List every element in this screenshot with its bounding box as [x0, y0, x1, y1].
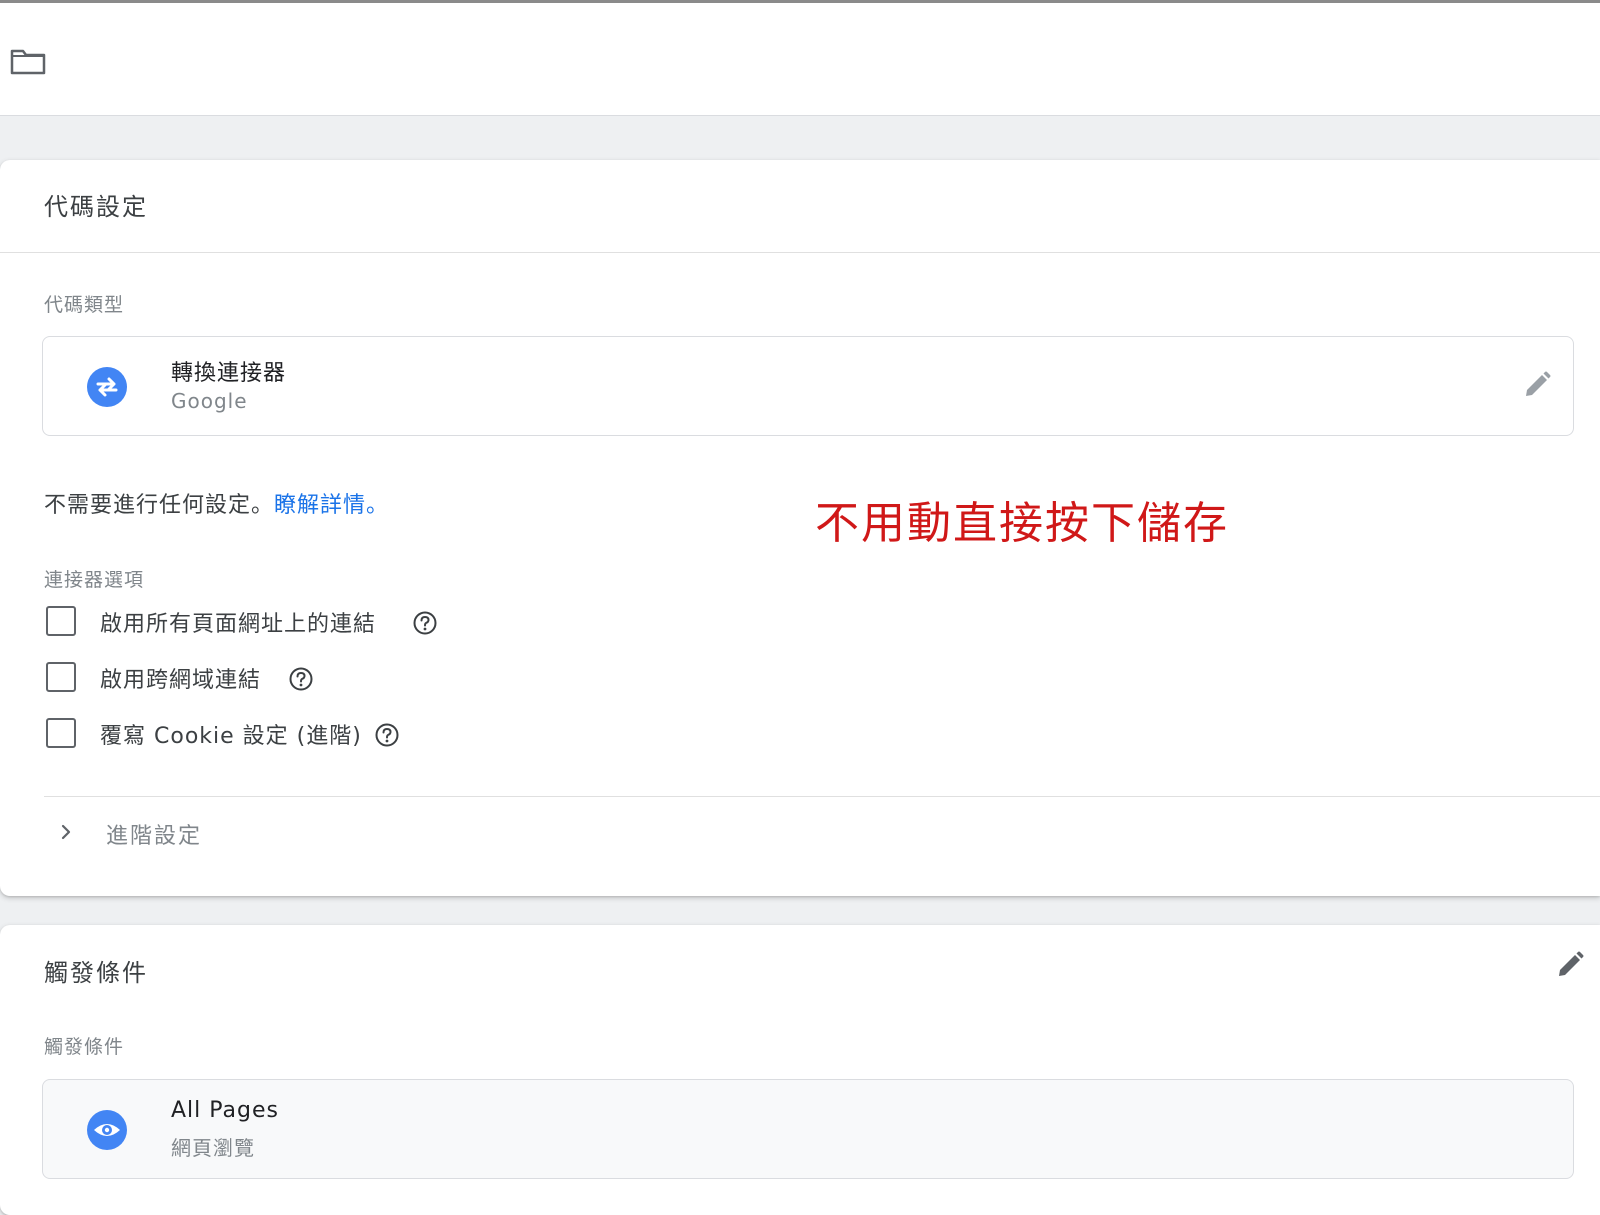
options-divider	[44, 796, 1600, 797]
tag-type-selector[interactable]: 轉換連接器 Google	[42, 336, 1574, 436]
tag-configuration-card: 代碼設定 代碼類型 轉換連接器 Google 不需要進行任何設定。瞭解詳情。 連…	[0, 160, 1600, 896]
option-label: 啟用所有頁面網址上的連結	[100, 612, 377, 637]
eye-icon	[87, 1110, 127, 1150]
option-label: 啟用跨網域連結	[100, 668, 262, 693]
advanced-settings-toggle[interactable]: 進階設定	[44, 810, 1544, 860]
help-icon[interactable]	[374, 722, 400, 748]
triggering-card: 觸發條件 觸發條件 All Pages 網頁瀏覽	[0, 925, 1600, 1215]
chevron-right-icon	[61, 824, 71, 840]
trigger-name: All Pages	[171, 1098, 279, 1123]
learn-more-suffix: 。	[366, 493, 390, 518]
learn-more-link[interactable]: 瞭解詳情	[274, 493, 366, 518]
tag-configuration-title: 代碼設定	[44, 193, 148, 221]
tag-type-name: 轉換連接器	[171, 361, 287, 386]
help-icon[interactable]	[288, 666, 314, 692]
tag-type-vendor: Google	[171, 389, 248, 413]
pencil-icon[interactable]	[1521, 369, 1553, 401]
checkbox-all-pages-links[interactable]	[46, 606, 76, 636]
pencil-icon[interactable]	[1554, 949, 1586, 981]
top-bar	[0, 0, 1600, 116]
no-config-message: 不需要進行任何設定。瞭解詳情。	[44, 487, 389, 519]
option-label: 覆寫 Cookie 設定 (進階)	[100, 724, 362, 749]
no-config-text: 不需要進行任何設定。	[44, 493, 275, 518]
checkbox-cross-domain[interactable]	[46, 662, 76, 692]
connector-options-label: 連接器選項	[44, 569, 145, 591]
checkbox-override-cookie[interactable]	[46, 718, 76, 748]
trigger-all-pages[interactable]: All Pages 網頁瀏覽	[42, 1079, 1574, 1179]
annotation-note: 不用動直接按下儲存	[815, 498, 1229, 549]
tag-type-label: 代碼類型	[44, 294, 125, 316]
triggering-title: 觸發條件	[44, 959, 148, 987]
triggering-label: 觸發條件	[44, 1036, 125, 1058]
card-divider	[0, 252, 1600, 253]
help-icon[interactable]	[412, 610, 438, 636]
trigger-type: 網頁瀏覽	[171, 1136, 255, 1160]
folder-icon[interactable]	[10, 47, 46, 75]
swap-arrows-icon	[87, 367, 127, 407]
advanced-settings-label: 進階設定	[106, 824, 203, 849]
